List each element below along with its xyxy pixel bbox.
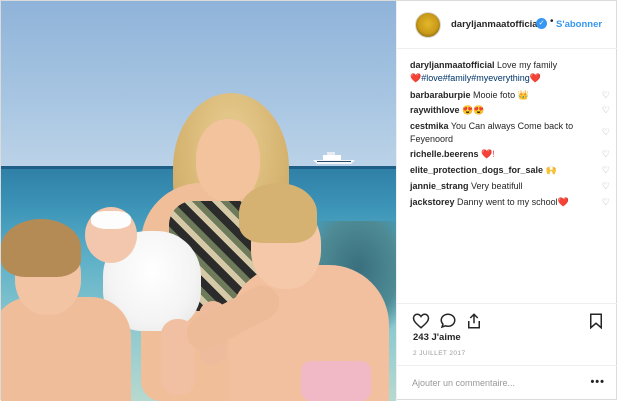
separator-dot: • bbox=[550, 16, 554, 27]
comment-emoji: ❤️! bbox=[481, 149, 495, 159]
comment-input[interactable] bbox=[412, 375, 582, 391]
small-heart-icon[interactable]: ♡ bbox=[602, 89, 610, 102]
small-heart-icon[interactable]: ♡ bbox=[602, 180, 610, 193]
instagram-post: daryljanmaatofficial ✓ • S'abonner daryl… bbox=[0, 0, 617, 401]
verified-badge-icon: ✓ bbox=[536, 18, 547, 29]
bookmark-icon[interactable] bbox=[587, 312, 605, 330]
more-options-icon[interactable]: ••• bbox=[590, 376, 605, 388]
comment-username[interactable]: jannie_strang bbox=[410, 181, 469, 191]
small-heart-icon[interactable]: ♡ bbox=[602, 148, 610, 161]
post-caption: daryljanmaatofficial Love my family ❤️#l… bbox=[410, 59, 600, 85]
comment-text: Danny went to my school bbox=[457, 197, 558, 207]
avatar[interactable] bbox=[415, 12, 441, 38]
comment-text: Very beatifull bbox=[471, 181, 523, 191]
likes-count[interactable]: 243 J'aime bbox=[413, 332, 461, 343]
comment-row: jannie_strang Very beatifull ♡ bbox=[410, 180, 610, 193]
comment-row: cestmika You Can always Come back to Fey… bbox=[410, 120, 610, 146]
small-heart-icon[interactable]: ♡ bbox=[602, 164, 610, 177]
small-heart-icon[interactable]: ♡ bbox=[602, 104, 610, 117]
right-boy-trunks bbox=[301, 361, 371, 401]
add-comment-bar: ••• bbox=[397, 365, 617, 401]
small-heart-icon[interactable]: ♡ bbox=[602, 126, 610, 139]
post-header: daryljanmaatofficial ✓ • S'abonner bbox=[397, 1, 617, 49]
baby-headband-bow bbox=[91, 211, 131, 229]
action-bar bbox=[397, 303, 617, 333]
heart-emoji: ❤️ bbox=[410, 73, 422, 83]
comment-text: Mooie foto bbox=[473, 90, 516, 100]
right-boy-hair bbox=[239, 183, 317, 243]
comment-row: jackstorey Danny went to my school❤️ ♡ bbox=[410, 196, 610, 209]
share-icon[interactable] bbox=[465, 312, 483, 330]
heart-icon[interactable] bbox=[412, 312, 430, 330]
comment-username[interactable]: raywithlove bbox=[410, 105, 460, 115]
comment-emoji: ❤️ bbox=[557, 197, 569, 207]
heart-emoji: ❤️ bbox=[529, 73, 541, 83]
comment-emoji: 🙌 bbox=[545, 165, 557, 175]
comment-row: raywithlove 😍😍 ♡ bbox=[410, 104, 610, 117]
post-photo[interactable] bbox=[1, 1, 396, 401]
hashtag-link[interactable]: #myeverything bbox=[471, 73, 530, 83]
follow-button[interactable]: S'abonner bbox=[556, 19, 602, 30]
comment-username[interactable]: richelle.beerens bbox=[410, 149, 479, 159]
hashtag-link[interactable]: #love bbox=[421, 73, 443, 83]
hashtag-link[interactable]: #family bbox=[443, 73, 472, 83]
comment-username[interactable]: barbaraburpie bbox=[410, 90, 471, 100]
comment-emoji: 😍😍 bbox=[462, 105, 485, 115]
comment-row: barbaraburpie Mooie foto 👑 ♡ bbox=[410, 89, 610, 102]
caption-text: Love my family bbox=[497, 60, 558, 70]
comment-row: richelle.beerens ❤️! ♡ bbox=[410, 148, 610, 161]
small-heart-icon[interactable]: ♡ bbox=[602, 196, 610, 209]
comment-username[interactable]: cestmika bbox=[410, 121, 449, 131]
comment-emoji: 👑 bbox=[517, 90, 529, 100]
comment-row: elite_protection_dogs_for_sale 🙌 ♡ bbox=[410, 164, 610, 177]
comment-icon[interactable] bbox=[439, 312, 457, 330]
caption-username[interactable]: daryljanmaatofficial bbox=[410, 60, 495, 70]
post-date: 2 JUILLET 2017 bbox=[413, 350, 466, 357]
post-sidebar: daryljanmaatofficial ✓ • S'abonner daryl… bbox=[396, 1, 617, 401]
boat-in-photo bbox=[311, 151, 359, 165]
left-boy-body bbox=[1, 297, 131, 401]
comment-username[interactable]: elite_protection_dogs_for_sale bbox=[410, 165, 543, 175]
comment-username[interactable]: jackstorey bbox=[410, 197, 455, 207]
header-username[interactable]: daryljanmaatofficial bbox=[451, 19, 540, 30]
left-boy-hair bbox=[1, 219, 81, 277]
mother-face bbox=[196, 119, 260, 201]
